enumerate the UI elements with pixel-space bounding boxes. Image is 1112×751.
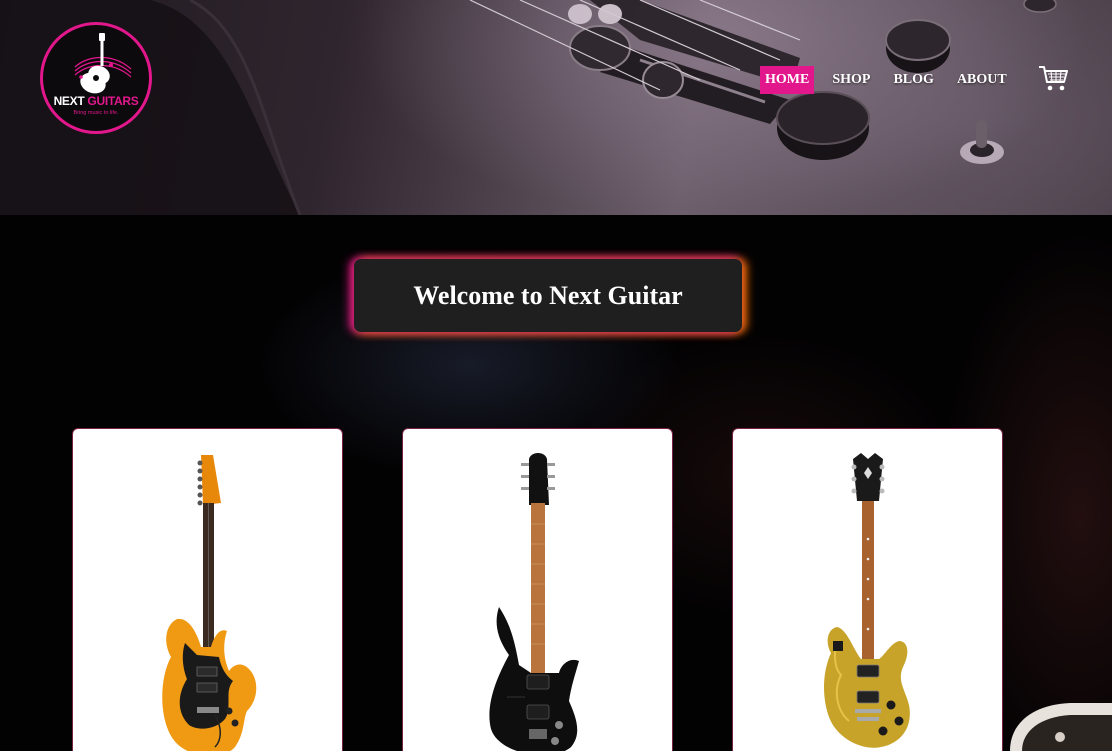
shopping-cart-icon[interactable]: [1038, 64, 1068, 92]
nav-item-about[interactable]: ABOUT: [952, 66, 1012, 94]
main-nav: HOME SHOP BLOG ABOUT: [760, 66, 1025, 94]
background-amp-decoration: [1010, 703, 1112, 751]
brand-logo[interactable]: NEXT GUITARS Bring music to life.: [40, 22, 152, 134]
black-electric-guitar-image: [489, 453, 579, 751]
welcome-title: Welcome to Next Guitar: [413, 280, 683, 310]
gold-electric-guitar-image: [824, 453, 910, 748]
logo-title-main: NEXT: [53, 94, 85, 108]
hero-guitar-image: [0, 0, 1057, 215]
product-card-1[interactable]: [72, 428, 343, 751]
nav-item-home[interactable]: HOME: [760, 66, 815, 94]
logo-tagline: Bring music to life.: [73, 110, 119, 116]
nav-item-shop[interactable]: SHOP: [827, 66, 875, 94]
product-card-2[interactable]: [402, 428, 673, 751]
site-header: NEXT GUITARS Bring music to life. HOME S…: [0, 0, 1112, 215]
logo-title: NEXT GUITARS: [43, 94, 149, 108]
welcome-banner: Welcome to Next Guitar: [354, 259, 742, 332]
nav-item-blog[interactable]: BLOG: [888, 66, 938, 94]
orange-electric-guitar-image: [162, 455, 257, 751]
main-content: Welcome to Next Guitar: [0, 215, 1112, 751]
product-card-3[interactable]: [732, 428, 1003, 751]
logo-title-accent: GUITARS: [87, 94, 139, 108]
